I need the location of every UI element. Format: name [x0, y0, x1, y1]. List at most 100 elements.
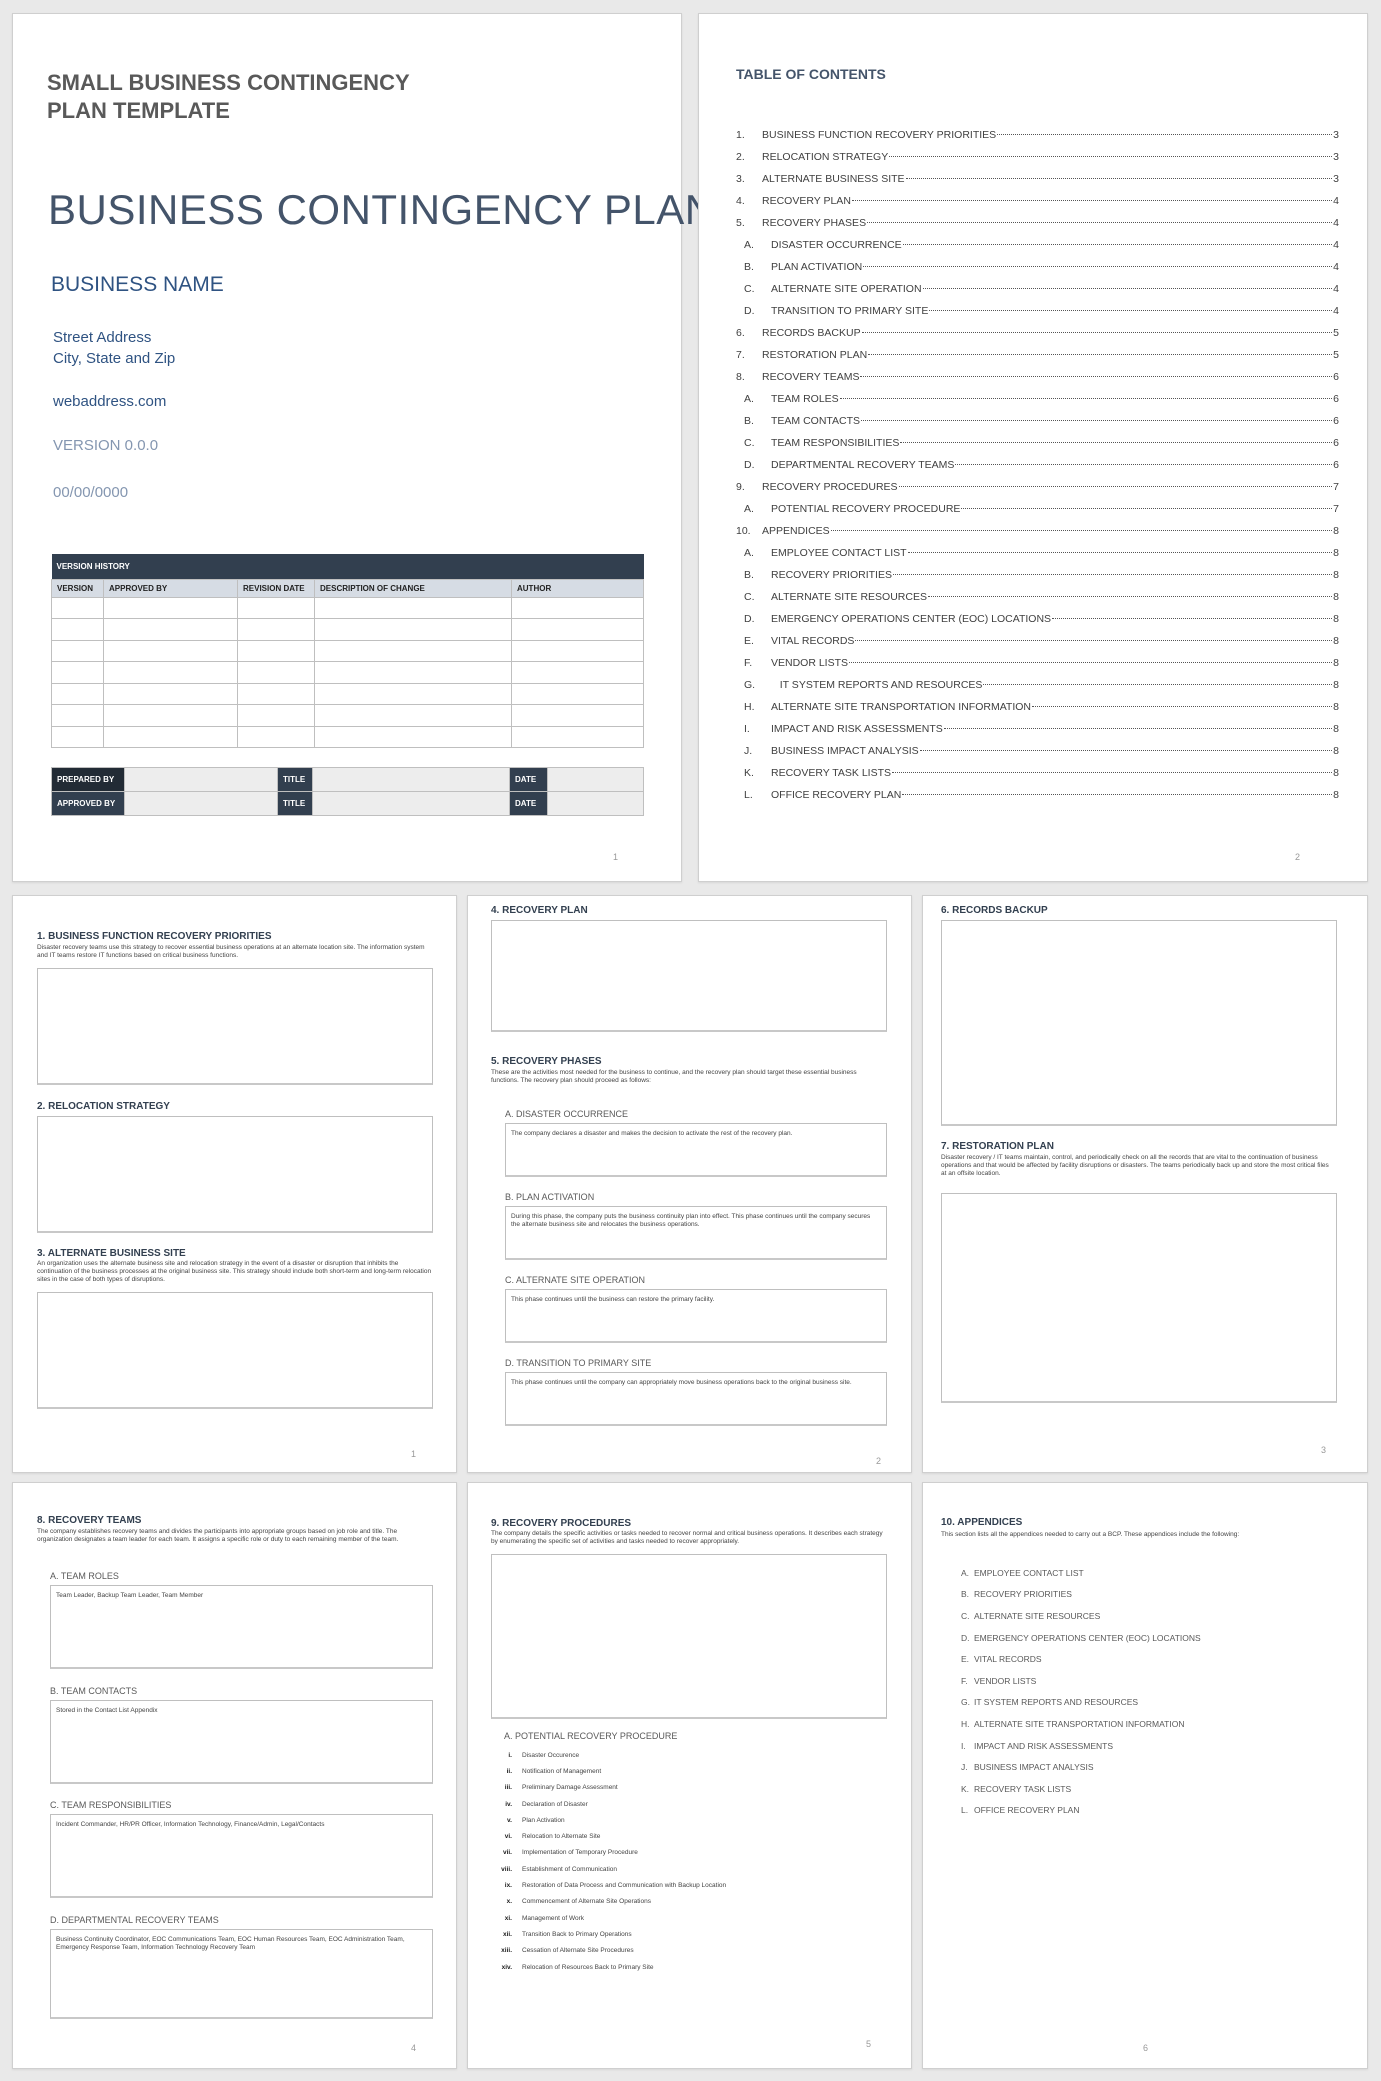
approved-title-field[interactable]: [312, 791, 510, 816]
version-cell[interactable]: [51, 704, 104, 727]
toc-entry[interactable]: 5. RECOVERY PHASES 4: [736, 217, 1339, 239]
document-date[interactable]: 00/00/0000: [53, 484, 128, 501]
revision-date-cell[interactable]: [237, 725, 315, 748]
toc-entry-page: 8: [1333, 657, 1339, 669]
toc-entry[interactable]: D. TRANSITION TO PRIMARY SITE 4: [736, 305, 1339, 327]
approved-by-cell[interactable]: [103, 596, 238, 619]
toc-entry[interactable]: B. RECOVERY PRIORITIES 8: [736, 569, 1339, 591]
author-cell[interactable]: [511, 639, 644, 662]
toc-entry[interactable]: E. VITAL RECORDS 8: [736, 635, 1339, 657]
toc-entry[interactable]: L. OFFICE RECOVERY PLAN 8: [736, 789, 1339, 811]
toc-entry[interactable]: C. TEAM RESPONSIBILITIES 6: [736, 437, 1339, 459]
version-cell[interactable]: [51, 661, 104, 684]
revision-date-cell[interactable]: [237, 704, 315, 727]
version-cell[interactable]: [51, 618, 104, 641]
author-cell[interactable]: [511, 682, 644, 705]
phase-field[interactable]: This phase continues until the business …: [505, 1289, 887, 1343]
toc-entry[interactable]: A. POTENTIAL RECOVERY PROCEDURE 7: [736, 503, 1339, 525]
toc-entry[interactable]: 8. RECOVERY TEAMS 6: [736, 371, 1339, 393]
toc-entry[interactable]: D. DEPARTMENTAL RECOVERY TEAMS 6: [736, 459, 1339, 481]
author-cell[interactable]: [511, 596, 644, 619]
description-cell[interactable]: [314, 725, 512, 748]
business-name[interactable]: BUSINESS NAME: [51, 273, 224, 297]
phase-field[interactable]: The company declares a disaster and make…: [505, 1123, 887, 1177]
approved-by-field[interactable]: [124, 791, 278, 816]
revision-date-cell[interactable]: [237, 639, 315, 662]
description-cell[interactable]: [314, 682, 512, 705]
revision-date-cell[interactable]: [237, 661, 315, 684]
toc-entry[interactable]: K. RECOVERY TASK LISTS 8: [736, 767, 1339, 789]
records-backup-field[interactable]: [941, 920, 1337, 1126]
approved-by-cell[interactable]: [103, 682, 238, 705]
recovery-priorities-field[interactable]: [37, 968, 433, 1085]
toc-entry[interactable]: J. BUSINESS IMPACT ANALYSIS 8: [736, 745, 1339, 767]
approved-by-cell[interactable]: [103, 618, 238, 641]
toc-entry[interactable]: C. ALTERNATE SITE RESOURCES 8: [736, 591, 1339, 613]
toc-entry[interactable]: 7. RESTORATION PLAN 5: [736, 349, 1339, 371]
approved-by-cell[interactable]: [103, 661, 238, 684]
phase-field[interactable]: During this phase, the company puts the …: [505, 1206, 887, 1260]
toc-entry[interactable]: 2. RELOCATION STRATEGY 3: [736, 151, 1339, 173]
web-address[interactable]: webaddress.com: [53, 393, 166, 410]
toc-entry[interactable]: A. TEAM ROLES 6: [736, 393, 1339, 415]
author-cell[interactable]: [511, 661, 644, 684]
recovery-plan-field[interactable]: [491, 920, 887, 1032]
toc-entry[interactable]: H. ALTERNATE SITE TRANSPORTATION INFORMAT…: [736, 701, 1339, 723]
toc-entry[interactable]: F. VENDOR LISTS 8: [736, 657, 1339, 679]
approved-by-cell[interactable]: [103, 639, 238, 662]
toc-entry[interactable]: B. TEAM CONTACTS 6: [736, 415, 1339, 437]
team-field[interactable]: Business Continuity Coordinator, EOC Com…: [50, 1929, 433, 2019]
phase-text: During this phase, the company puts the …: [511, 1213, 871, 1228]
prepared-title-field[interactable]: [312, 767, 510, 792]
revision-date-cell[interactable]: [237, 596, 315, 619]
restoration-plan-field[interactable]: [941, 1193, 1337, 1403]
team-field[interactable]: Incident Commander, HR/PR Officer, Infor…: [50, 1814, 433, 1898]
author-cell[interactable]: [511, 704, 644, 727]
toc-entry[interactable]: 9. RECOVERY PROCEDURES 7: [736, 481, 1339, 503]
toc-entry-number: B.: [744, 569, 754, 581]
description-cell[interactable]: [314, 639, 512, 662]
description-cell[interactable]: [314, 596, 512, 619]
toc-entry[interactable]: C. ALTERNATE SITE OPERATION 4: [736, 283, 1339, 305]
approved-by-cell[interactable]: [103, 725, 238, 748]
prepared-by-field[interactable]: [124, 767, 278, 792]
version-cell[interactable]: [51, 682, 104, 705]
toc-entry[interactable]: 4. RECOVERY PLAN 4: [736, 195, 1339, 217]
toc-entry[interactable]: A. DISASTER OCCURRENCE 4: [736, 239, 1339, 261]
appendix-item: E. VITAL RECORDS: [961, 1648, 1201, 1670]
toc-entry[interactable]: 3. ALTERNATE BUSINESS SITE 3: [736, 173, 1339, 195]
description-cell[interactable]: [314, 704, 512, 727]
toc-entry[interactable]: 1. BUSINESS FUNCTION RECOVERY PRIORITIES 3: [736, 129, 1339, 151]
toc-entry[interactable]: I. IMPACT AND RISK ASSESSMENTS 8: [736, 723, 1339, 745]
revision-date-cell[interactable]: [237, 682, 315, 705]
alternate-site-field[interactable]: [37, 1292, 433, 1409]
approved-by-cell[interactable]: [103, 704, 238, 727]
toc-entry[interactable]: 6. RECORDS BACKUP 5: [736, 327, 1339, 349]
version-cell[interactable]: [51, 596, 104, 619]
procedure-step: xiv. Relocation of Resources Back to Prim…: [498, 1959, 726, 1975]
description-cell[interactable]: [314, 618, 512, 641]
version-cell[interactable]: [51, 725, 104, 748]
toc-entry[interactable]: D. EMERGENCY OPERATIONS CENTER (EOC) LOCA…: [736, 613, 1339, 635]
version-cell[interactable]: [51, 639, 104, 662]
team-field[interactable]: Stored in the Contact List Appendix: [50, 1700, 433, 1784]
toc-entry[interactable]: 10. APPENDICES 8: [736, 525, 1339, 547]
city-state-zip[interactable]: City, State and Zip: [53, 348, 175, 369]
step-text: Relocation to Alternate Site: [522, 1833, 601, 1841]
toc-entry[interactable]: A. EMPLOYEE CONTACT LIST 8: [736, 547, 1339, 569]
team-field[interactable]: Team Leader, Backup Team Leader, Team Me…: [50, 1585, 433, 1669]
recovery-procedures-field[interactable]: [491, 1554, 887, 1719]
street-address[interactable]: Street Address: [53, 327, 175, 348]
prepared-date-field[interactable]: [547, 767, 644, 792]
revision-date-cell[interactable]: [237, 618, 315, 641]
description-cell[interactable]: [314, 661, 512, 684]
appendix-list: A. EMPLOYEE CONTACT LIST B. RECOVERY PRIORI…: [961, 1562, 1201, 1821]
toc-entry[interactable]: B. PLAN ACTIVATION 4: [736, 261, 1339, 283]
author-cell[interactable]: [511, 725, 644, 748]
relocation-strategy-field[interactable]: [37, 1116, 433, 1233]
approved-date-field[interactable]: [547, 791, 644, 816]
toc-entry[interactable]: G. IT SYSTEM REPORTS AND RESOURCES 8: [736, 679, 1339, 701]
version-number[interactable]: VERSION 0.0.0: [53, 437, 158, 454]
author-cell[interactable]: [511, 618, 644, 641]
phase-field[interactable]: This phase continues until the company c…: [505, 1372, 887, 1426]
